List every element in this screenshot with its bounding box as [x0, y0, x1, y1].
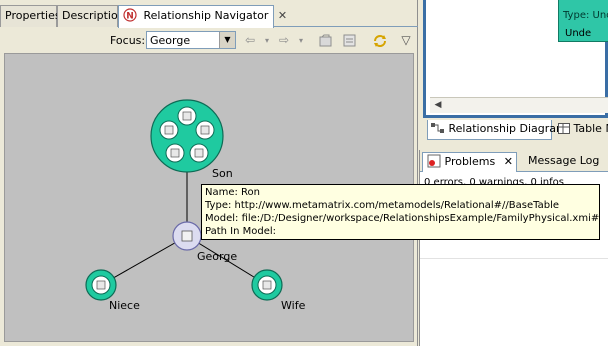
focus-combo-value: George [150, 34, 191, 47]
tab-table-model[interactable]: Table M [555, 120, 608, 140]
node-wife-label: Wife [281, 299, 306, 312]
tooltip-path: Path In Model: [205, 226, 277, 237]
problems-tab-strip: Problems ✕ Message Log [420, 150, 608, 172]
table-icon [181, 230, 193, 242]
tab-description[interactable]: Description [57, 5, 125, 27]
close-icon[interactable]: ✕ [278, 9, 287, 22]
problems-view: Problems ✕ Message Log 0 errors, 0 warni… [419, 150, 608, 346]
tab-relationship-navigator-label: Relationship Navigator [143, 9, 269, 22]
node-tooltip: Name: Ron Type: http://www.metamatrix.co… [201, 184, 600, 240]
tab-properties[interactable]: Properties [0, 5, 61, 27]
tab-relationship-diagram-label: Relationship Diagram [448, 122, 567, 135]
view-menu-icon[interactable]: ▽ [398, 33, 414, 49]
diagram-table-node[interactable]: Type: Unc Unde [558, 0, 608, 42]
tab-problems-label: Problems [444, 155, 496, 168]
tooltip-type: Type: http://www.metamatrix.com/metamode… [205, 200, 559, 211]
node-son-label: Son [212, 167, 233, 180]
tab-relationship-navigator[interactable]: N Relationship Navigator ✕ [118, 5, 287, 28]
node-niece[interactable] [85, 269, 117, 301]
editor-tab-strip: Relationship Diagram Table M [419, 120, 608, 140]
node-niece-label: Niece [109, 299, 140, 312]
tooltip-model: Model: file:/D:/Designer/workspace/Relat… [205, 213, 600, 224]
svg-text:N: N [126, 12, 134, 22]
tab-table-model-label: Table M [573, 122, 608, 135]
table-icon [262, 280, 272, 290]
focus-combo[interactable]: George ▼ [146, 31, 236, 49]
scroll-left-icon[interactable]: ◀ [430, 98, 446, 113]
close-icon[interactable]: ✕ [504, 155, 513, 168]
node-son[interactable] [150, 99, 224, 173]
focus-label: Focus: [110, 34, 146, 47]
tab-message-log[interactable]: Message Log [524, 152, 608, 172]
table-icon [558, 122, 570, 134]
diagram-icon [431, 122, 445, 134]
tab-problems[interactable]: Problems ✕ [422, 152, 517, 172]
forward-history-menu-icon[interactable]: ▾ [296, 33, 306, 49]
tab-description-label: Description [62, 9, 125, 22]
tab-properties-label: Properties [5, 9, 61, 22]
view-tab-strip: Properties Description N Relationship Na… [0, 5, 418, 28]
table-icon [96, 280, 106, 290]
node-george[interactable] [172, 221, 202, 251]
problems-icon [427, 154, 441, 168]
back-history-menu-icon[interactable]: ▾ [262, 33, 272, 49]
relationship-navigator-icon: N [123, 8, 137, 22]
back-arrow-icon[interactable]: ⇦ [242, 33, 258, 49]
navigator-toolbar: Focus: George ▼ ⇦ ▾ ⇨ ▾ ▽ [0, 28, 418, 52]
node-george-label: George [197, 250, 238, 263]
node-wife[interactable] [251, 269, 283, 301]
horizontal-scrollbar[interactable]: ◀ [430, 97, 608, 113]
diagram-node-type: Type: Unc [563, 10, 608, 21]
tab-message-log-label: Message Log [528, 154, 600, 167]
open-editor-icon[interactable] [318, 33, 334, 49]
table-divider [420, 258, 608, 259]
diagram-canvas[interactable]: Type: Unc Unde ◀ [423, 0, 608, 118]
diagram-node-item: Unde [565, 28, 592, 39]
tooltip-name: Name: Ron [205, 187, 261, 198]
diagram-editor: Type: Unc Unde ◀ Relationship Diagram Ta… [419, 0, 608, 149]
tab-relationship-diagram[interactable]: Relationship Diagram [427, 120, 567, 140]
refresh-icon[interactable] [372, 33, 388, 49]
chevron-down-icon[interactable]: ▼ [219, 32, 235, 48]
forward-arrow-icon[interactable]: ⇨ [276, 33, 292, 49]
relationship-navigator-view: Properties Description N Relationship Na… [0, 0, 418, 346]
show-in-diagram-icon[interactable] [342, 33, 358, 49]
